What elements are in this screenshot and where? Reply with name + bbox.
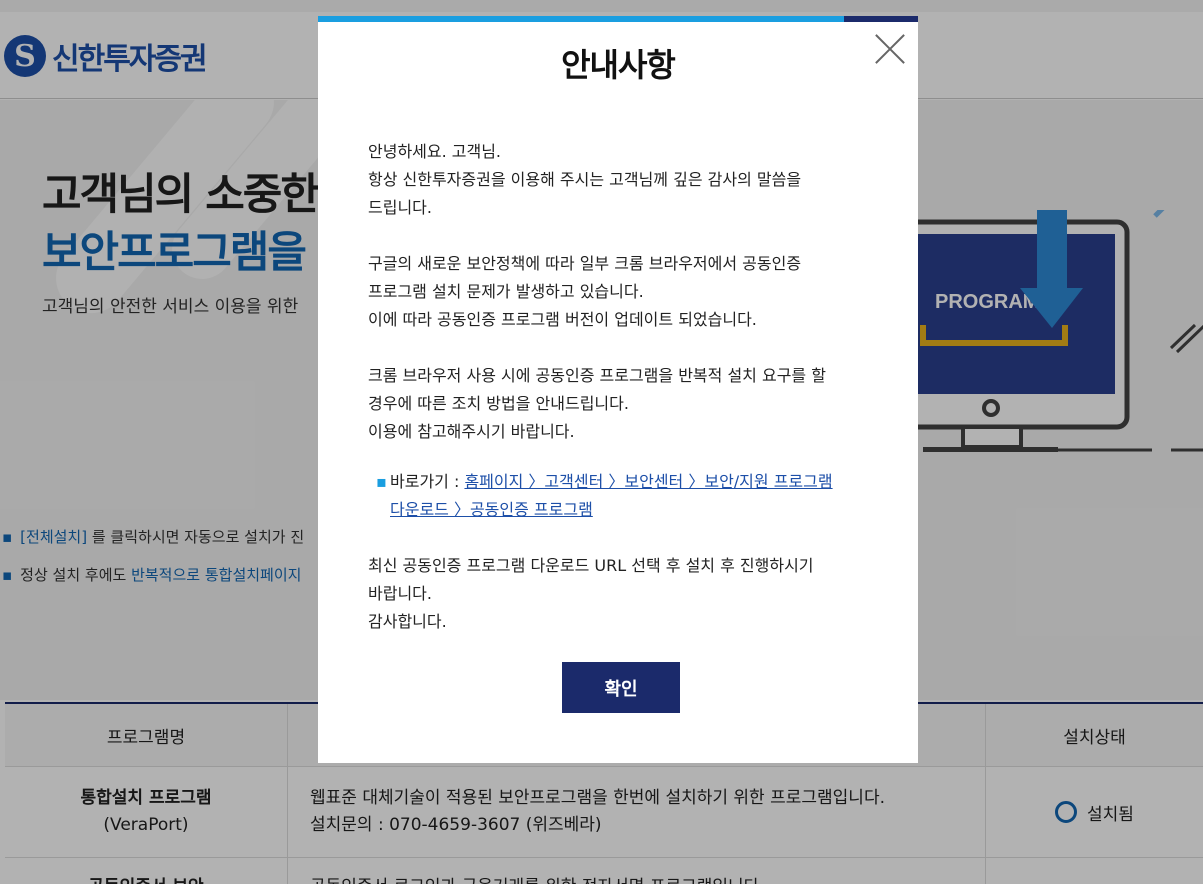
modal-top-bar <box>318 16 918 22</box>
confirm-button[interactable]: 확인 <box>562 662 680 713</box>
modal-paragraph: 크롬 브라우저 사용 시에 공동인증 프로그램을 반복적 설치 요구를 할 경우… <box>368 362 858 446</box>
shortcut-label: 바로가기 : <box>390 472 465 491</box>
modal-title: 안내사항 <box>561 46 676 84</box>
modal-text-line: 안녕하세요. 고객님. <box>368 142 502 161</box>
modal-text-line: 크롬 브라우저 사용 시에 공동인증 프로그램을 반복적 설치 요구를 할 <box>368 366 826 385</box>
modal-text-line: 드립니다. <box>368 198 432 217</box>
modal-paragraph: 구글의 새로운 보안정책에 따라 일부 크롬 브라우저에서 공동인증 프로그램 … <box>368 250 858 334</box>
modal-text-line: 이용에 참고해주시기 바랍니다. <box>368 422 575 441</box>
modal-text-line: 프로그램 설치 문제가 발생하고 있습니다. <box>368 282 644 301</box>
modal-text-line: 바랍니다. <box>368 584 432 603</box>
close-icon[interactable] <box>874 33 906 65</box>
shortcut-link[interactable]: 홈페이지 〉고객센터 〉보안센터 〉보안/지원 프로그램 <box>464 472 832 491</box>
modal-closing: 최신 공동인증 프로그램 다운로드 URL 선택 후 설치 후 진행하시기 바랍… <box>368 552 858 636</box>
modal-paragraph: 안녕하세요. 고객님. 항상 신한투자증권을 이용해 주시는 고객님께 깊은 감… <box>368 138 858 222</box>
modal-text-line: 감사합니다. <box>368 612 447 631</box>
modal-text-line: 최신 공동인증 프로그램 다운로드 URL 선택 후 설치 후 진행하시기 <box>368 556 814 575</box>
shortcut-row: ▪ 바로가기 : 홈페이지 〉고객센터 〉보안센터 〉보안/지원 프로그램 다운… <box>368 468 858 524</box>
shortcut-link-continued[interactable]: 다운로드 〉공동인증 프로그램 <box>390 500 593 519</box>
modal-text-line: 경우에 따른 조치 방법을 안내드립니다. <box>368 394 629 413</box>
modal-text-line: 이에 따라 공동인증 프로그램 버전이 업데이트 되었습니다. <box>368 310 757 329</box>
modal-text-line: 구글의 새로운 보안정책에 따라 일부 크롬 브라우저에서 공동인증 <box>368 254 802 273</box>
bullet-icon: ▪ <box>376 472 387 491</box>
modal-top-bar-accent <box>844 16 918 22</box>
modal-text-line: 항상 신한투자증권을 이용해 주시는 고객님께 깊은 감사의 말씀을 <box>368 170 802 189</box>
notice-modal: 안내사항 안녕하세요. 고객님. 항상 신한투자증권을 이용해 주시는 고객님께… <box>318 16 918 763</box>
modal-body: 안녕하세요. 고객님. 항상 신한투자증권을 이용해 주시는 고객님께 깊은 감… <box>368 138 858 664</box>
